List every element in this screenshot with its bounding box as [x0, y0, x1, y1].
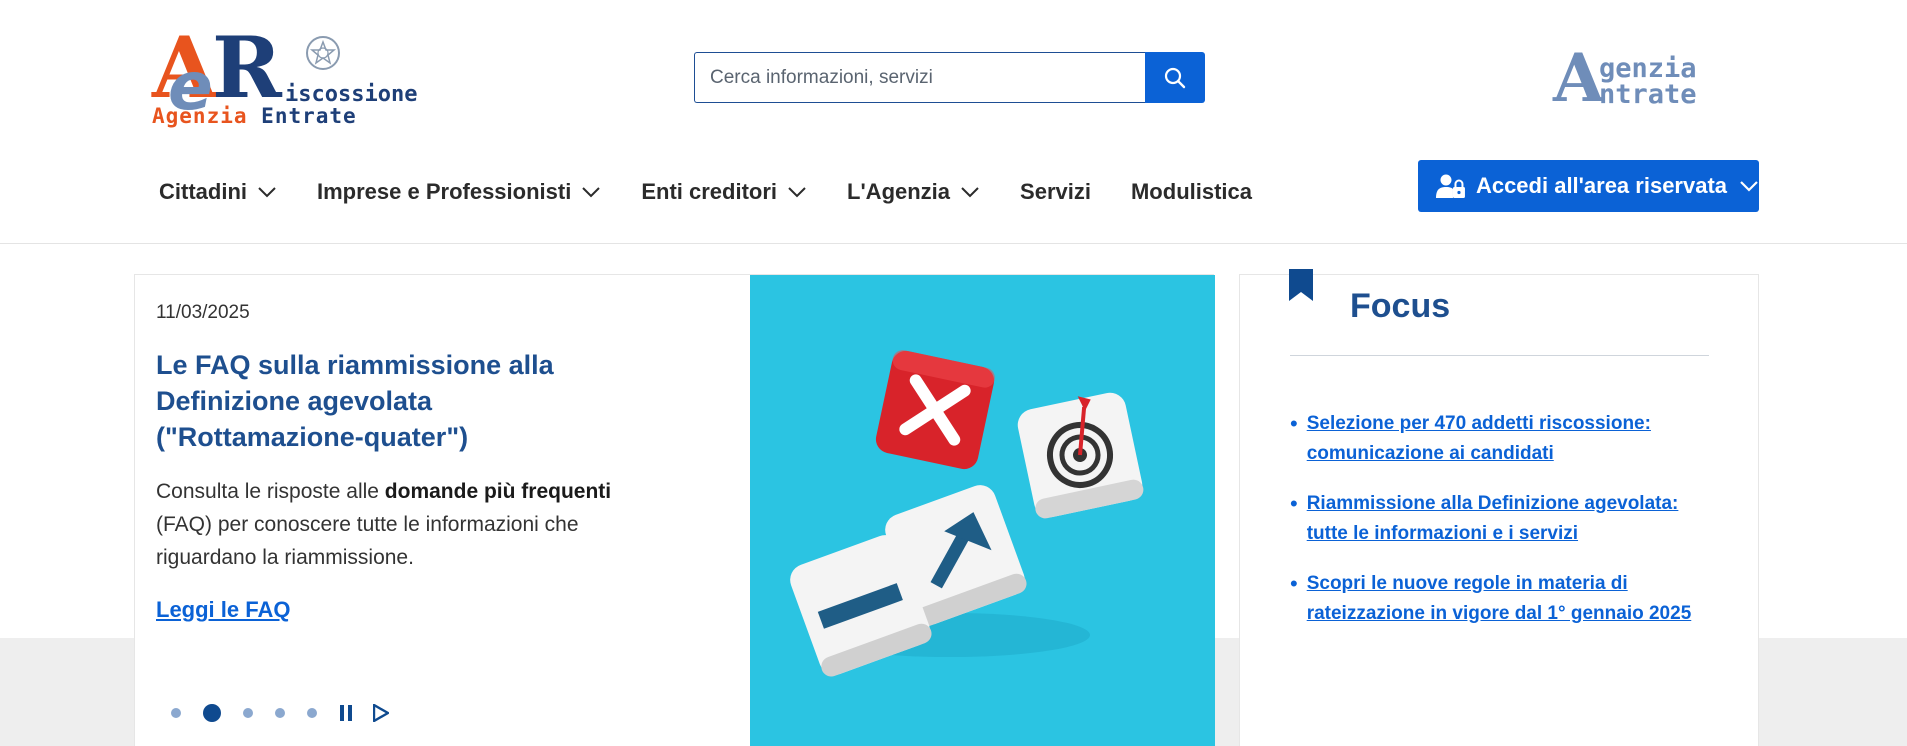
chevron-down-icon — [961, 187, 979, 198]
focus-title: Focus — [1350, 287, 1451, 325]
search-input[interactable] — [694, 52, 1145, 103]
read-faq-link[interactable]: Leggi le FAQ — [156, 597, 290, 623]
carousel-dot[interactable] — [171, 708, 181, 718]
logo-word-entrate: Entrate — [261, 104, 357, 128]
reserved-area-button[interactable]: Accedi all'area riservata — [1418, 160, 1759, 212]
nav-item-label: Cittadini — [159, 179, 247, 204]
nav-item-enti-creditori[interactable]: Enti creditori — [641, 179, 807, 205]
news-image — [750, 275, 1215, 746]
agenzia-riscossione-logo[interactable]: A R e iscossione Agenzia Entrate — [150, 24, 430, 129]
focus-panel: Focus • Selezione per 470 addetti riscos… — [1239, 269, 1759, 746]
news-desc-prefix: Consulta le risposte alle — [156, 480, 385, 503]
dice-arrow-target-illustration — [790, 350, 1144, 677]
carousel-controls — [171, 704, 409, 722]
focus-link-rateizzazione[interactable]: Scopri le nuove regole in materia di rat… — [1307, 569, 1710, 629]
focus-list: • Selezione per 470 addetti riscossione:… — [1290, 409, 1710, 649]
nav-item-label: Enti creditori — [641, 179, 778, 204]
nav-item-label: L'Agenzia — [847, 179, 951, 204]
site-header: A R e iscossione Agenzia Entrate A genzi… — [0, 0, 1907, 244]
play-icon — [373, 704, 389, 722]
news-desc-bold: domande più frequenti — [384, 480, 612, 503]
news-title[interactable]: Le FAQ sulla riammissione alla Definizio… — [156, 347, 596, 455]
bullet: • — [1290, 411, 1298, 436]
nav-item-label: Imprese e Professionisti — [317, 179, 572, 204]
chevron-down-icon — [788, 187, 806, 198]
agenzia-entrate-logo[interactable]: A genzia ntrate — [1553, 45, 1753, 113]
pause-button[interactable] — [339, 705, 353, 721]
focus-list-item: • Scopri le nuove regole in materia di r… — [1290, 569, 1710, 629]
user-lock-icon — [1436, 174, 1465, 198]
nav-item-servizi[interactable]: Servizi — [1020, 179, 1091, 205]
carousel-dot-active[interactable] — [203, 704, 221, 722]
pause-icon — [340, 705, 352, 721]
carousel-dot[interactable] — [307, 708, 317, 718]
news-date: 11/03/2025 — [156, 302, 250, 323]
main-navigation: Cittadini Imprese e Professionisti Enti … — [159, 172, 1292, 212]
logo-mark-r: R — [212, 18, 282, 117]
nav-item-modulistica[interactable]: Modulistica — [1131, 179, 1252, 205]
logo-word-agenzia-entrate: Agenzia Entrate — [152, 104, 357, 128]
carousel-dot[interactable] — [275, 708, 285, 718]
focus-divider — [1290, 355, 1709, 356]
chevron-down-icon — [258, 187, 276, 198]
nav-item-label: Modulistica — [1130, 179, 1252, 204]
republic-emblem-icon — [306, 36, 340, 70]
focus-list-item: • Riammissione alla Definizione agevolat… — [1290, 489, 1710, 549]
ae-logo-word-ntrate: ntrate — [1599, 79, 1697, 110]
bullet: • — [1290, 491, 1298, 516]
reserved-area-label: Accedi all'area riservata — [1475, 173, 1728, 198]
chevron-down-icon — [1740, 181, 1758, 192]
focus-list-item: • Selezione per 470 addetti riscossione:… — [1290, 409, 1710, 469]
news-carousel: 11/03/2025 Le FAQ sulla riammissione all… — [134, 274, 1215, 746]
logo-word-agenzia: Agenzia — [152, 104, 248, 128]
search-bar — [694, 52, 1205, 103]
search-icon — [1164, 67, 1186, 88]
nav-item-agenzia[interactable]: L'Agenzia — [847, 179, 980, 205]
nav-item-cittadini[interactable]: Cittadini — [159, 179, 277, 205]
focus-link-selezione[interactable]: Selezione per 470 addetti riscossione: c… — [1307, 409, 1710, 469]
search-button[interactable] — [1145, 52, 1205, 103]
bookmark-icon — [1289, 269, 1313, 301]
news-description: Consulta le risposte alle domande più fr… — [156, 475, 636, 574]
bullet: • — [1290, 571, 1298, 596]
chevron-down-icon — [582, 187, 601, 198]
nav-item-imprese[interactable]: Imprese e Professionisti — [317, 179, 601, 205]
nav-item-label: Servizi — [1020, 179, 1091, 204]
ae-logo-mark: A — [1553, 39, 1605, 117]
focus-link-riammissione[interactable]: Riammissione alla Definizione agevolata:… — [1307, 489, 1710, 549]
play-button[interactable] — [373, 704, 389, 722]
carousel-dot[interactable] — [243, 708, 253, 718]
news-desc-suffix: (FAQ) per conoscere tutte le informazion… — [156, 513, 579, 569]
